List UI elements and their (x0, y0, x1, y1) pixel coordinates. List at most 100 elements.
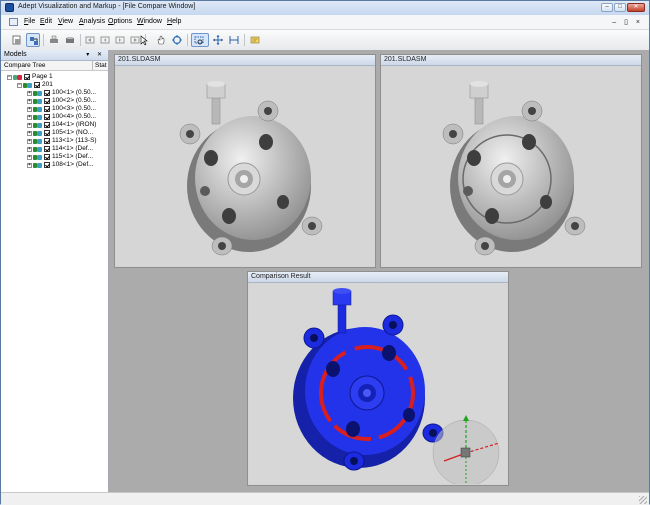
part-icon (33, 162, 42, 169)
new-doc-icon (12, 35, 21, 45)
models-pane: Models ▾ ✕ Compare Tree Stat − Page 1 − 201… (1, 50, 109, 492)
prev-page-button[interactable] (98, 33, 112, 47)
fit-all-button[interactable] (211, 33, 225, 47)
markup-button[interactable] (248, 33, 262, 47)
fit-width-icon (229, 36, 239, 44)
expand-toggle-icon[interactable]: + (27, 146, 32, 152)
pan-button[interactable] (154, 33, 168, 47)
app-window: Adept Visualization and Markup - [File C… (0, 0, 650, 505)
expand-toggle-icon[interactable]: + (27, 114, 32, 120)
resize-grip-icon[interactable] (639, 496, 647, 504)
toolbar (1, 30, 649, 51)
menu-edit[interactable]: Edit (40, 18, 52, 25)
menu-view[interactable]: View (58, 18, 73, 25)
mdi-window-controls[interactable]: – ▯ × (612, 18, 643, 26)
tree-node-label: 113<1> (113-S) (52, 137, 97, 144)
visibility-checkbox[interactable] (44, 114, 50, 120)
viewport-left[interactable] (116, 66, 374, 266)
expand-toggle-icon[interactable]: + (27, 154, 32, 160)
status-bar (1, 492, 649, 505)
next-page-button[interactable] (113, 33, 127, 47)
window-controls: – □ ✕ (600, 3, 645, 13)
part-icon (33, 98, 42, 105)
menu-analysis[interactable]: Analysis (79, 18, 105, 25)
tree-node[interactable]: − Page 1 (7, 73, 53, 81)
tree-node[interactable]: +114<1> (Def... (27, 145, 93, 153)
new-doc-button[interactable] (10, 33, 24, 47)
menu-file[interactable]: File (24, 18, 35, 25)
tree-node-label: 108<1> (Def... (52, 161, 94, 168)
document-icon[interactable] (9, 18, 18, 26)
app-logo-icon (5, 3, 14, 12)
visibility-checkbox[interactable] (24, 74, 30, 80)
tree-node[interactable]: +100<1> (0.50... (27, 89, 96, 97)
tree-node[interactable]: +105<1> (NO... (27, 129, 93, 137)
close-button[interactable]: ✕ (627, 3, 645, 12)
tree-node-label: 104<1> (IRON) (52, 121, 97, 128)
expand-toggle-icon[interactable]: + (27, 162, 32, 168)
scan-button[interactable] (63, 33, 77, 47)
visibility-checkbox[interactable] (44, 122, 50, 128)
visibility-checkbox[interactable] (34, 82, 40, 88)
fit-all-icon (213, 35, 223, 45)
select-arrow-icon (140, 35, 148, 45)
expand-toggle-icon[interactable]: + (27, 106, 32, 112)
part-icon (33, 122, 42, 129)
open-button[interactable] (26, 33, 40, 47)
menu-help[interactable]: Help (167, 18, 181, 25)
expand-toggle-icon[interactable]: + (27, 130, 32, 136)
next-page-icon (115, 36, 125, 44)
viewport-comparison[interactable] (249, 283, 507, 484)
print-icon (50, 35, 58, 43)
first-page-button[interactable] (83, 33, 97, 47)
expand-toggle-icon[interactable]: + (27, 122, 32, 128)
tree-node[interactable]: +100<2> (0.50... (27, 97, 96, 105)
column-status[interactable]: Stat (92, 61, 107, 70)
visibility-checkbox[interactable] (44, 90, 50, 96)
part-icon (33, 106, 42, 113)
expand-toggle-icon[interactable]: − (17, 82, 22, 88)
triad-cube[interactable] (460, 447, 471, 458)
print-button[interactable] (47, 33, 61, 47)
column-compare-tree[interactable]: Compare Tree (4, 61, 46, 70)
tree-node-label: 100<3> (0.50... (52, 105, 97, 112)
rotate-button[interactable] (170, 33, 184, 47)
select-button[interactable] (137, 33, 151, 47)
expand-toggle-icon[interactable]: + (27, 90, 32, 96)
visibility-checkbox[interactable] (44, 98, 50, 104)
tree-node[interactable]: +115<1> (Def... (27, 153, 93, 161)
view-right[interactable]: 201.SLDASM (380, 54, 642, 268)
minimize-button[interactable]: – (601, 3, 613, 12)
title-bar[interactable]: Adept Visualization and Markup - [File C… (1, 1, 649, 16)
menu-window[interactable]: Window (137, 18, 162, 25)
menu-options[interactable]: Options (108, 18, 132, 25)
view-right-title: 201.SLDASM (381, 55, 641, 66)
fit-width-button[interactable] (227, 33, 241, 47)
tree-node[interactable]: +100<4> (0.50... (27, 113, 96, 121)
tree-node[interactable]: +113<1> (113-S) (27, 137, 97, 145)
expand-toggle-icon[interactable]: + (27, 98, 32, 104)
toolbar-separator (244, 34, 245, 46)
visibility-checkbox[interactable] (44, 162, 50, 168)
tree-node[interactable]: +104<1> (IRON) (27, 121, 96, 129)
visibility-checkbox[interactable] (44, 146, 50, 152)
view-left[interactable]: 201.SLDASM (114, 54, 376, 268)
zoom-window-button[interactable] (191, 33, 209, 47)
visibility-checkbox[interactable] (44, 106, 50, 112)
first-page-icon (85, 36, 95, 44)
tree-node[interactable]: +100<3> (0.50... (27, 105, 96, 113)
visibility-checkbox[interactable] (44, 130, 50, 136)
expand-toggle-icon[interactable]: + (27, 138, 32, 144)
part-icon (33, 90, 42, 97)
viewport-right[interactable] (382, 66, 640, 266)
view-comparison-result[interactable]: Comparison Result (247, 271, 509, 486)
visibility-checkbox[interactable] (44, 138, 50, 144)
tree-node[interactable]: − 201 (17, 81, 53, 89)
window-title: Adept Visualization and Markup - [File C… (18, 3, 196, 10)
expand-toggle-icon[interactable]: − (7, 74, 12, 80)
maximize-button[interactable]: □ (614, 3, 626, 12)
visibility-checkbox[interactable] (44, 154, 50, 160)
tree-node[interactable]: +108<1> (Def... (27, 161, 94, 169)
pane-controls[interactable]: ▾ ✕ (86, 50, 105, 60)
tree-node-label: 100<1> (0.50... (52, 89, 97, 96)
